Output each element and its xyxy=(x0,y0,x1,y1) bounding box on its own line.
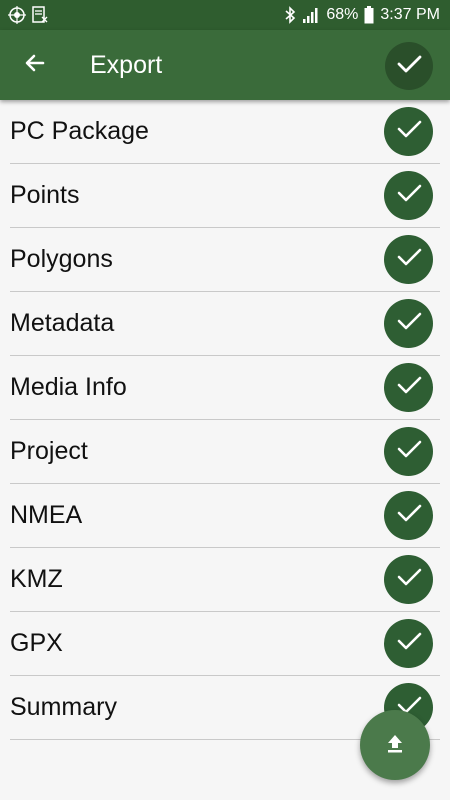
signal-icon xyxy=(302,7,320,23)
check-icon xyxy=(394,434,424,469)
note-icon xyxy=(32,6,48,24)
export-option-row[interactable]: NMEA xyxy=(10,484,440,548)
check-icon xyxy=(394,498,424,533)
export-option-checkbox[interactable] xyxy=(384,299,433,348)
status-bar-left xyxy=(8,6,48,24)
export-option-label: KMZ xyxy=(10,565,63,593)
bluetooth-icon xyxy=(284,6,296,24)
export-option-row[interactable]: PC Package xyxy=(10,100,440,164)
status-bar: 68% 3:37 PM xyxy=(0,0,450,30)
export-option-row[interactable]: Media Info xyxy=(10,356,440,420)
battery-icon xyxy=(364,6,374,24)
arrow-left-icon xyxy=(23,51,47,80)
upload-icon xyxy=(383,731,407,760)
export-option-label: NMEA xyxy=(10,501,83,529)
check-icon xyxy=(394,114,424,149)
export-option-checkbox[interactable] xyxy=(384,427,433,476)
export-option-checkbox[interactable] xyxy=(384,107,433,156)
export-option-checkbox[interactable] xyxy=(384,235,433,284)
export-option-row[interactable]: KMZ xyxy=(10,548,440,612)
export-option-checkbox[interactable] xyxy=(384,555,433,604)
export-option-checkbox[interactable] xyxy=(384,363,433,412)
export-option-row[interactable]: Metadata xyxy=(10,292,440,356)
app-bar: Export xyxy=(0,30,450,100)
check-icon xyxy=(394,626,424,661)
export-option-label: Points xyxy=(10,181,80,209)
check-icon xyxy=(394,242,424,277)
battery-percent: 68% xyxy=(326,6,359,23)
export-option-row[interactable]: Polygons xyxy=(10,228,440,292)
export-options-list: PC Package Points Polygons Metadata Media In… xyxy=(0,100,450,740)
export-option-label: Polygons xyxy=(10,245,113,273)
check-icon xyxy=(394,306,424,341)
export-upload-button[interactable] xyxy=(360,710,430,780)
check-icon xyxy=(394,178,424,213)
export-option-checkbox[interactable] xyxy=(384,619,433,668)
export-option-row[interactable]: GPX xyxy=(10,612,440,676)
export-option-label: Metadata xyxy=(10,309,115,337)
status-time: 3:37 PM xyxy=(380,6,440,23)
export-option-label: Summary xyxy=(10,693,117,721)
export-option-checkbox[interactable] xyxy=(384,491,433,540)
export-option-label: Media Info xyxy=(10,373,127,401)
export-option-label: GPX xyxy=(10,629,63,657)
check-icon xyxy=(394,49,424,84)
check-icon xyxy=(394,562,424,597)
export-option-checkbox[interactable] xyxy=(384,171,433,220)
export-option-label: Project xyxy=(10,437,88,465)
page-title: Export xyxy=(90,51,163,79)
confirm-button[interactable] xyxy=(385,42,433,90)
app-logo-icon xyxy=(8,6,26,24)
export-option-row[interactable]: Points xyxy=(10,164,440,228)
check-icon xyxy=(394,370,424,405)
export-option-label: PC Package xyxy=(10,117,149,145)
export-option-row[interactable]: Project xyxy=(10,420,440,484)
back-button[interactable] xyxy=(18,49,52,81)
status-bar-right: 68% 3:37 PM xyxy=(284,6,440,24)
